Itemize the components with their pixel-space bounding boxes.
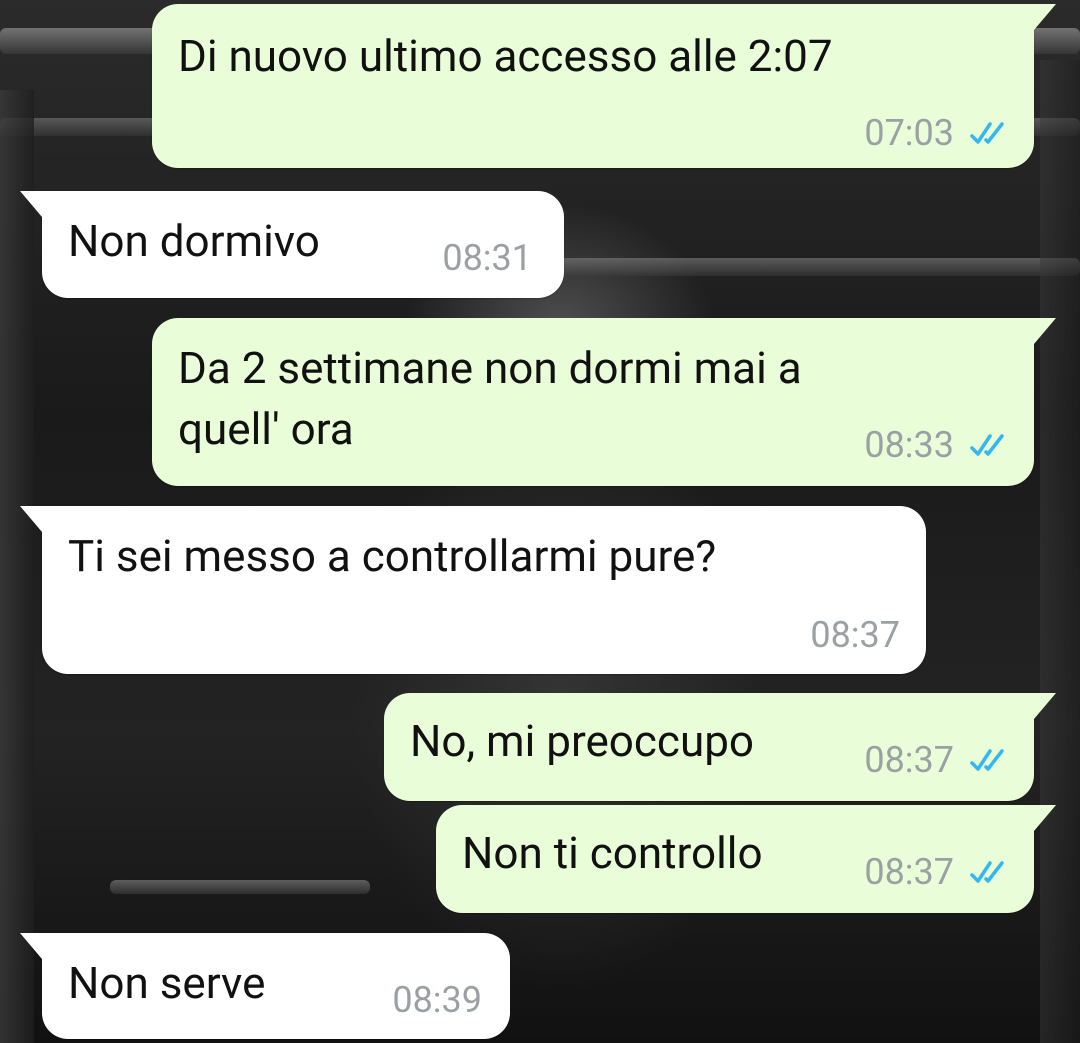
read-double-check-icon — [970, 749, 1004, 771]
message-meta: 08:33 — [864, 424, 1014, 466]
message-meta: 08:37 — [810, 614, 900, 656]
message-meta: 08:37 — [864, 851, 1014, 893]
message-bubble-outgoing[interactable]: No, mi preoccupo 08:37 — [384, 693, 1056, 801]
message-bubble-incoming[interactable]: Non serve 08:39 — [20, 933, 510, 1039]
message-text: Non serve — [68, 957, 266, 1009]
wallpaper-rack-post — [1040, 60, 1080, 1043]
wallpaper-rack-post — [0, 90, 34, 1043]
message-text: Non ti controllo — [462, 827, 763, 879]
message-text: Da 2 settimane non dormi mai a quell' or… — [178, 342, 802, 455]
message-time: 08:37 — [864, 851, 954, 893]
read-double-check-icon — [970, 434, 1004, 456]
message-text: Non dormivo — [68, 215, 320, 267]
wallpaper-barbell — [110, 880, 370, 894]
message-text: Di nuovo ultimo accesso alle 2:07 — [178, 30, 833, 82]
message-bubble-outgoing[interactable]: Non ti controllo 08:37 — [436, 805, 1056, 913]
wallpaper-bar — [560, 258, 1080, 276]
message-time: 08:33 — [864, 424, 954, 466]
message-meta: 07:03 — [864, 112, 1014, 154]
message-time: 08:39 — [392, 979, 482, 1021]
message-bubble-outgoing[interactable]: Di nuovo ultimo accesso alle 2:07 07:03 — [152, 4, 1056, 168]
message-time: 07:03 — [864, 112, 954, 154]
message-bubble-incoming[interactable]: Ti sei messo a controllarmi pure? 08:37 — [20, 506, 926, 674]
read-double-check-icon — [970, 122, 1004, 144]
message-text: No, mi preoccupo — [410, 715, 755, 767]
message-meta: 08:31 — [442, 237, 532, 279]
message-meta: 08:37 — [864, 739, 1014, 781]
message-meta: 08:39 — [392, 979, 482, 1021]
message-time: 08:37 — [864, 739, 954, 781]
message-bubble-incoming[interactable]: Non dormivo 08:31 — [20, 191, 564, 298]
message-bubble-outgoing[interactable]: Da 2 settimane non dormi mai a quell' or… — [152, 318, 1056, 486]
read-double-check-icon — [970, 861, 1004, 883]
message-time: 08:37 — [810, 614, 900, 656]
message-time: 08:31 — [442, 237, 532, 279]
message-text: Ti sei messo a controllarmi pure? — [68, 530, 717, 582]
